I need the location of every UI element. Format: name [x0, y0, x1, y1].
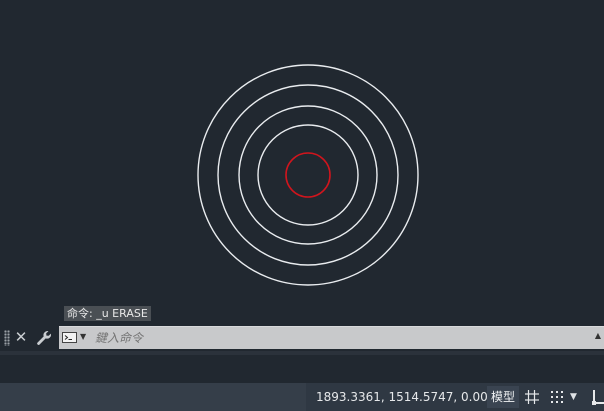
white-circle-2[interactable] — [217, 84, 399, 266]
drag-grip-icon[interactable] — [4, 330, 10, 346]
ortho-icon[interactable] — [590, 388, 604, 406]
command-history-line: 命令: _u ERASE — [64, 306, 151, 321]
white-circle-4[interactable] — [257, 124, 359, 226]
red-circle[interactable] — [285, 152, 331, 198]
grid-icon[interactable] — [524, 389, 540, 405]
snap-icon[interactable] — [549, 389, 565, 405]
white-circle-3[interactable] — [238, 105, 378, 245]
layout-tabs-area — [0, 383, 306, 411]
command-line-bar: ✕ ▼ ▲ — [0, 324, 604, 351]
history-caret-icon[interactable]: ▲ — [595, 331, 601, 340]
model-space-button[interactable]: 模型 — [487, 386, 519, 408]
white-circle-1[interactable] — [197, 64, 419, 286]
separator-strip — [0, 351, 604, 355]
status-bar: 1893.3361, 1514.5747, 0.0000 模型 ▼ — [0, 383, 604, 411]
terminal-prompt-icon[interactable] — [62, 332, 77, 343]
wrench-icon[interactable] — [35, 329, 53, 347]
close-icon[interactable]: ✕ — [13, 327, 29, 347]
coordinates-readout: 1893.3361, 1514.5747, 0.0000 — [316, 390, 504, 404]
chevron-down-icon[interactable]: ▼ — [80, 331, 89, 343]
chevron-down-icon[interactable]: ▼ — [570, 391, 580, 403]
command-input[interactable] — [95, 327, 575, 349]
command-input-box[interactable]: ▼ ▲ — [59, 326, 604, 349]
